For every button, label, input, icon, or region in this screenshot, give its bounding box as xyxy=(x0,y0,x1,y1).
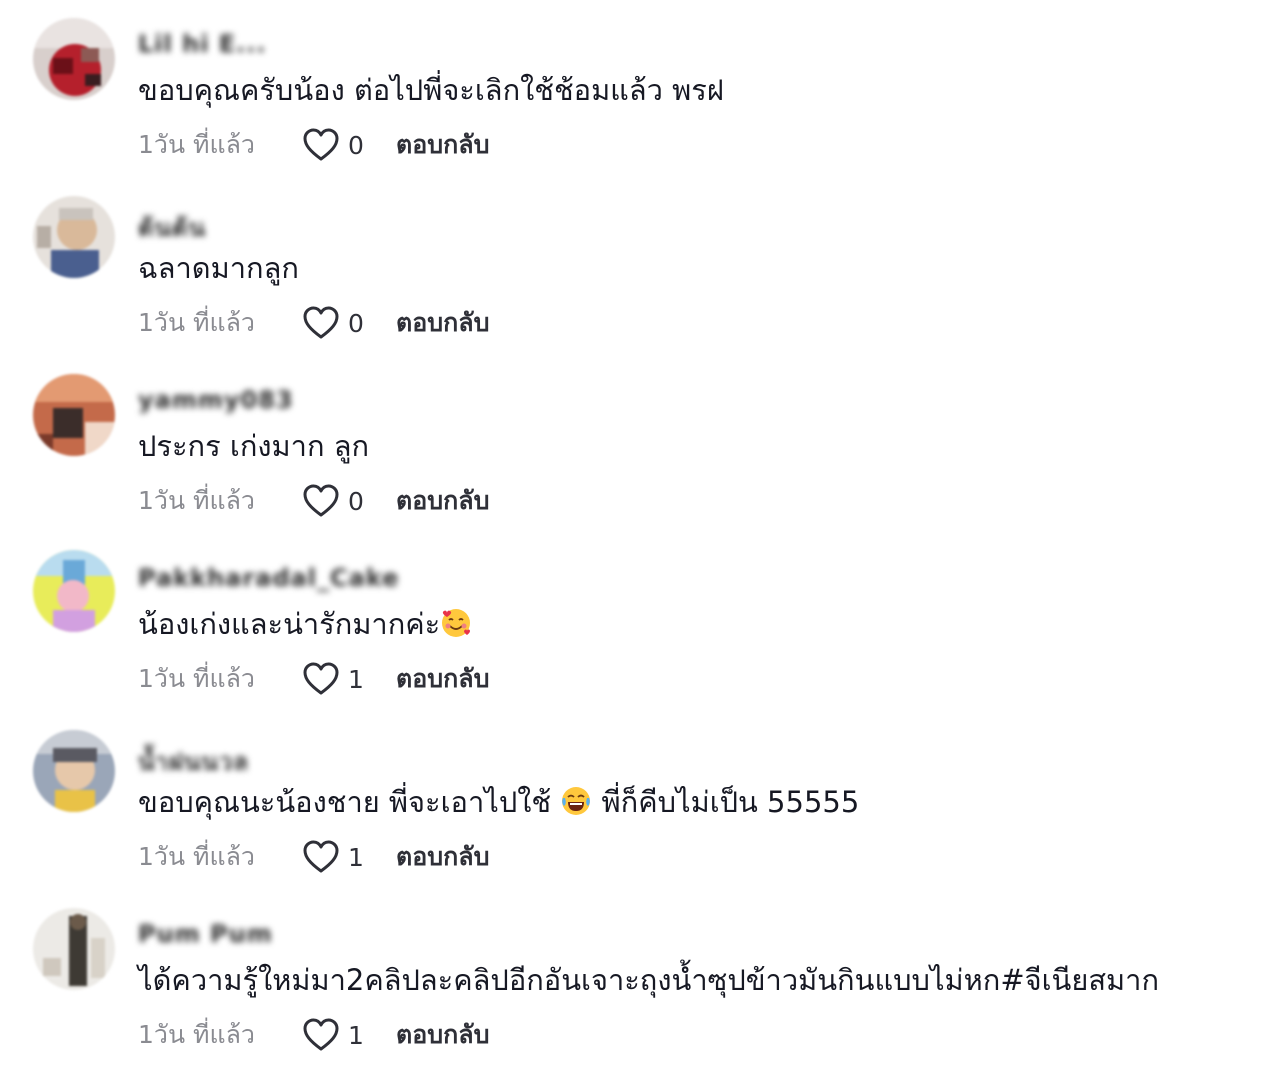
reply-button[interactable]: ตอบกลับ xyxy=(396,837,489,877)
comment-text: น้องเก่งและน่ารักมากค่ะ xyxy=(138,604,472,644)
avatar[interactable] xyxy=(33,550,115,632)
comment-meta: 1วัน ที่แล้ว 1 ตอบกลับ xyxy=(138,1015,489,1055)
like-button[interactable]: 1 xyxy=(302,661,378,697)
heart-icon xyxy=(303,306,339,339)
comment-text: ฉลาดมากลูก xyxy=(138,251,299,285)
like-count: 1 xyxy=(348,1020,364,1050)
comment-text: ได้ความรู้ใหม่มา2คลิปละคลิปอีกอันเจาะถุง… xyxy=(138,963,1160,997)
comment-item: Lil hi E... ขอบคุณครับน้อง ต่อไปพี่จะเลิ… xyxy=(0,0,1264,178)
heart-icon xyxy=(303,484,339,517)
comment-username[interactable]: ต้นต้น xyxy=(138,208,206,242)
like-button[interactable]: 1 xyxy=(302,1017,378,1053)
avatar[interactable] xyxy=(33,730,115,812)
comment-timestamp: 1วัน ที่แล้ว xyxy=(138,486,255,515)
comment-username[interactable]: Lil hi E... xyxy=(138,30,267,58)
comment-text-content: น้องเก่งและน่ารักมากค่ะ xyxy=(138,607,441,641)
comment-text: ประกร เก่งมาก ลูก xyxy=(138,429,370,463)
comment-text-before: ขอบคุณนะน้องชาย พี่จะเอาไปใช้ xyxy=(138,785,552,819)
comment-username[interactable]: น้ำฝนนวล xyxy=(138,742,249,776)
heart-icon xyxy=(303,128,339,161)
like-button[interactable]: 0 xyxy=(302,127,378,163)
reply-button[interactable]: ตอบกลับ xyxy=(396,1015,489,1055)
comment-text: ขอบคุณครับน้อง ต่อไปพี่จะเลิกใช้ช้อมแล้ว… xyxy=(138,73,724,107)
comment-username[interactable]: yammy083 xyxy=(138,386,294,414)
reply-button[interactable]: ตอบกลับ xyxy=(396,303,489,343)
face-with-tears-of-joy-icon xyxy=(562,787,591,815)
reply-button[interactable]: ตอบกลับ xyxy=(396,125,489,165)
avatar[interactable] xyxy=(33,18,115,100)
comment-timestamp: 1วัน ที่แล้ว xyxy=(138,842,255,871)
comment-item: Pakkharadal_Cake น้องเก่งและน่ารักมากค่ะ… xyxy=(0,534,1264,712)
like-count: 0 xyxy=(348,130,364,160)
comment-item: ต้นต้น ฉลาดมากลูก 1วัน ที่แล้ว 0 ตอบกลับ xyxy=(0,178,1264,356)
comment-meta: 1วัน ที่แล้ว 0 ตอบกลับ xyxy=(138,481,489,521)
avatar[interactable] xyxy=(33,196,115,278)
reply-button[interactable]: ตอบกลับ xyxy=(396,659,489,699)
comment-timestamp: 1วัน ที่แล้ว xyxy=(138,308,255,337)
like-count: 0 xyxy=(348,308,364,338)
comment-timestamp: 1วัน ที่แล้ว xyxy=(138,130,255,159)
like-count: 1 xyxy=(348,664,364,694)
like-button[interactable]: 1 xyxy=(302,839,378,875)
comment-text-after: พี่ก็คีบไม่เป็น 55555 xyxy=(601,785,860,819)
like-button[interactable]: 0 xyxy=(302,305,378,341)
avatar[interactable] xyxy=(33,374,115,456)
reply-button[interactable]: ตอบกลับ xyxy=(396,481,489,521)
smiling-face-with-hearts-icon xyxy=(442,609,471,637)
heart-icon xyxy=(303,1018,339,1051)
comment-text: ขอบคุณนะน้องชาย พี่จะเอาไปใช้ พี่ก็คีบไม… xyxy=(138,782,859,822)
like-count: 0 xyxy=(348,486,364,516)
comment-meta: 1วัน ที่แล้ว 0 ตอบกลับ xyxy=(138,303,489,343)
like-count: 1 xyxy=(348,842,364,872)
comment-timestamp: 1วัน ที่แล้ว xyxy=(138,1020,255,1049)
comment-meta: 1วัน ที่แล้ว 1 ตอบกลับ xyxy=(138,837,489,877)
comment-username[interactable]: Pum Pum xyxy=(138,920,273,948)
comment-item: น้ำฝนนวล ขอบคุณนะน้องชาย พี่จะเอาไปใช้ พ… xyxy=(0,712,1264,890)
comment-item: yammy083 ประกร เก่งมาก ลูก 1วัน ที่แล้ว … xyxy=(0,356,1264,534)
like-button[interactable]: 0 xyxy=(302,483,378,519)
comment-username[interactable]: Pakkharadal_Cake xyxy=(138,564,399,592)
heart-icon xyxy=(303,840,339,873)
heart-icon xyxy=(303,662,339,695)
comment-meta: 1วัน ที่แล้ว 1 ตอบกลับ xyxy=(138,659,489,699)
comment-meta: 1วัน ที่แล้ว 0 ตอบกลับ xyxy=(138,125,489,165)
avatar[interactable] xyxy=(33,908,115,990)
comment-timestamp: 1วัน ที่แล้ว xyxy=(138,664,255,693)
comment-item: Pum Pum ได้ความรู้ใหม่มา2คลิปละคลิปอีกอั… xyxy=(0,890,1264,1068)
